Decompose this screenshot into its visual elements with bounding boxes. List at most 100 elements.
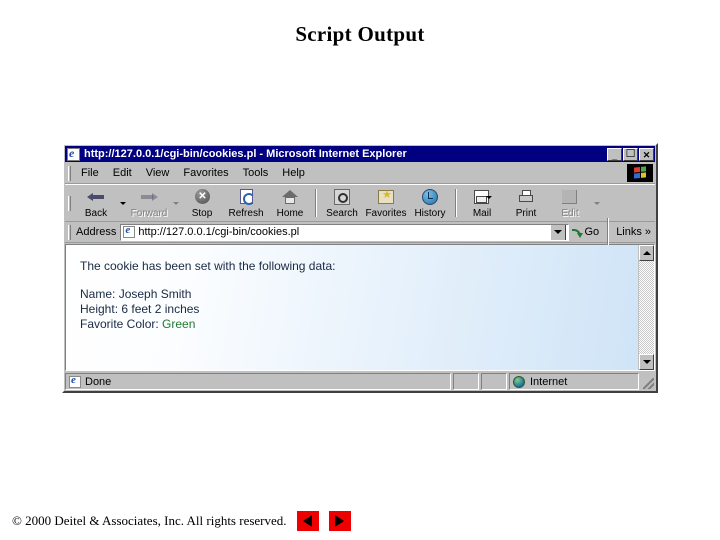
menu-item-favorites[interactable]: Favorites [176, 166, 235, 180]
cookie-field-height-value: 6 feet 2 inches [121, 302, 200, 316]
address-label: Address [76, 226, 117, 238]
maximize-button[interactable]: ☐ [623, 147, 638, 161]
close-button[interactable]: ✕ [639, 147, 654, 161]
browser-toolbar: Back Forward ✕ Stop Refresh Home Search … [65, 184, 655, 222]
windows-flag-logo-icon [627, 164, 653, 182]
cookie-heading: The cookie has been set with the followi… [80, 259, 336, 273]
status-pane-3 [481, 373, 507, 390]
back-button[interactable]: Back [74, 186, 118, 220]
edit-button-label: Edit [561, 208, 579, 219]
toolbar-separator [315, 189, 317, 217]
refresh-icon [236, 188, 256, 207]
refresh-button-label: Refresh [228, 208, 264, 219]
search-button[interactable]: Search [320, 186, 364, 220]
status-message-pane: Done [65, 373, 451, 390]
menu-item-file[interactable]: File [74, 166, 106, 180]
edit-button[interactable]: Edit [548, 186, 592, 220]
history-button-label: History [414, 208, 446, 219]
mail-button[interactable]: Mail [460, 186, 504, 220]
resize-grip[interactable] [641, 373, 655, 390]
chevron-double-right-icon: » [644, 226, 651, 238]
next-slide-button[interactable] [328, 511, 351, 531]
back-dropdown-icon[interactable] [118, 187, 127, 219]
menubar-grip[interactable] [68, 165, 71, 181]
mail-icon [472, 188, 492, 207]
edit-dropdown-icon[interactable] [592, 187, 601, 219]
browser-window: http://127.0.0.1/cgi-bin/cookies.pl - Mi… [62, 143, 658, 393]
window-controls: _ ☐ ✕ [607, 147, 654, 161]
back-button-label: Back [84, 208, 108, 219]
printer-icon [516, 188, 536, 207]
copyright-text: © 2000 Deitel & Associates, Inc. All rig… [12, 513, 287, 528]
cookie-field-name-label: Name: [80, 287, 119, 301]
minimize-icon: _ [611, 150, 617, 161]
address-input[interactable]: http://127.0.0.1/cgi-bin/cookies.pl [120, 223, 569, 241]
history-button[interactable]: History [408, 186, 452, 220]
page-title: Script Output [295, 22, 425, 46]
status-text: Done [85, 375, 112, 388]
refresh-button[interactable]: Refresh [224, 186, 268, 220]
page-icon [69, 375, 81, 388]
go-arrow-icon [571, 226, 583, 238]
stop-button-label: Stop [191, 208, 213, 219]
addressbar-grip[interactable] [68, 224, 71, 240]
print-button-label: Print [515, 208, 537, 219]
home-button[interactable]: Home [268, 186, 312, 220]
security-zone-pane[interactable]: Internet [509, 373, 639, 390]
search-icon [332, 188, 352, 207]
menu-item-help[interactable]: Help [275, 166, 312, 180]
cookie-field-name: Name: Joseph Smith [80, 287, 638, 302]
forward-arrow-icon [139, 188, 159, 207]
globe-icon [513, 375, 525, 388]
home-button-label: Home [276, 208, 304, 219]
security-zone-text: Internet [530, 375, 568, 388]
back-arrow-icon [86, 188, 106, 207]
ie-document-icon [67, 147, 80, 161]
slide-navigation [296, 511, 351, 531]
forward-dropdown-icon[interactable] [171, 187, 180, 219]
scroll-down-button[interactable] [639, 354, 654, 370]
favorites-button[interactable]: Favorites [364, 186, 408, 220]
previous-slide-button[interactable] [296, 511, 319, 531]
cookie-field-height: Height: 6 feet 2 inches [80, 302, 638, 317]
print-button[interactable]: Print [504, 186, 548, 220]
status-pane-2 [453, 373, 479, 390]
ie-document-icon-small [123, 226, 136, 238]
mail-dropdown-icon[interactable] [484, 193, 493, 201]
maximize-icon: ☐ [625, 147, 636, 160]
cookie-field-color-label: Favorite Color: [80, 317, 163, 331]
menu-bar: File Edit View Favorites Tools Help [65, 163, 655, 184]
go-button-label: Go [584, 226, 600, 238]
cookie-field-color-value: Green [162, 317, 196, 331]
vertical-scrollbar[interactable] [638, 245, 654, 370]
toolbar-grip[interactable] [68, 195, 71, 211]
address-dropdown-button[interactable] [549, 224, 566, 240]
cookie-field-color: Favorite Color: Green [80, 317, 638, 332]
menu-item-view[interactable]: View [139, 166, 177, 180]
links-button[interactable]: Links » [612, 226, 655, 238]
minimize-button[interactable]: _ [607, 147, 622, 161]
window-titlebar: http://127.0.0.1/cgi-bin/cookies.pl - Mi… [65, 146, 655, 162]
slide-footer: © 2000 Deitel & Associates, Inc. All rig… [12, 510, 712, 532]
web-page-content: The cookie has been set with the followi… [66, 245, 638, 370]
address-url-text: http://127.0.0.1/cgi-bin/cookies.pl [138, 226, 300, 238]
scroll-up-button[interactable] [639, 245, 654, 261]
toolbar-separator-2 [455, 189, 457, 217]
menu-item-edit[interactable]: Edit [106, 166, 139, 180]
favorites-star-icon [376, 188, 396, 207]
cookie-field-name-value: Joseph Smith [118, 287, 192, 301]
cookie-field-height-label: Height: [80, 302, 122, 316]
window-title-text: http://127.0.0.1/cgi-bin/cookies.pl - Mi… [84, 148, 407, 160]
history-clock-icon [420, 188, 440, 207]
go-button[interactable]: Go [569, 226, 605, 238]
search-button-label: Search [326, 208, 358, 219]
stop-button[interactable]: ✕ Stop [180, 186, 224, 220]
mail-button-label: Mail [472, 208, 492, 219]
menu-item-tools[interactable]: Tools [236, 166, 276, 180]
edit-icon [560, 188, 580, 207]
forward-button-label: Forward [130, 208, 168, 219]
forward-button[interactable]: Forward [127, 186, 171, 220]
favorites-button-label: Favorites [365, 208, 407, 219]
address-bar: Address http://127.0.0.1/cgi-bin/cookies… [65, 218, 655, 246]
